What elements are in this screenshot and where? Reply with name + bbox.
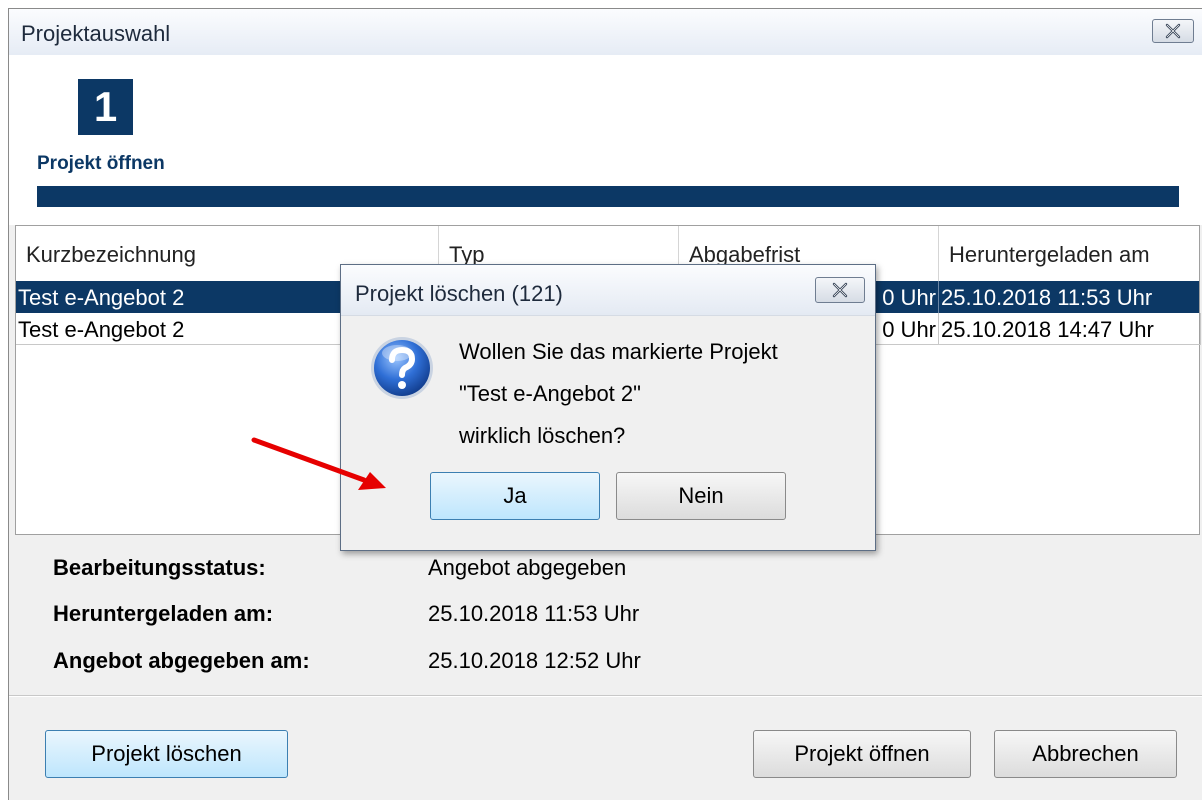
- submitted-label: Angebot abgegeben am:: [53, 648, 310, 673]
- step-label: Projekt öffnen: [37, 153, 165, 174]
- submitted-value: 25.10.2018 12:52 Uhr: [428, 648, 641, 673]
- column-header-heruntergeladen[interactable]: Heruntergeladen am: [939, 226, 1201, 281]
- cell-heruntergeladen: 25.10.2018 14:47 Uhr: [939, 313, 1201, 345]
- delete-confirmation-dialog: Projekt löschen (121) Wollen Sie das mar…: [340, 264, 876, 551]
- detail-row-submitted: Angebot abgegeben am: 25.10.2018 12:52 U…: [53, 648, 753, 678]
- step-progress-bar: [37, 186, 1179, 207]
- footer-divider: [9, 695, 1202, 697]
- downloaded-value: 25.10.2018 11:53 Uhr: [428, 601, 640, 626]
- window-title: Projektauswahl: [21, 21, 171, 46]
- detail-row-status: Bearbeitungsstatus: Angebot abgegeben: [53, 555, 753, 585]
- dialog-message-line-2: "Test e-Angebot 2": [459, 381, 641, 406]
- close-icon: [1165, 23, 1181, 39]
- title-bar: Projektauswahl: [9, 9, 1202, 56]
- open-project-button[interactable]: Projekt öffnen: [753, 730, 971, 778]
- cell-heruntergeladen: 25.10.2018 11:53 Uhr: [941, 285, 1153, 310]
- no-button[interactable]: Nein: [616, 472, 786, 520]
- dialog-message-line-1: Wollen Sie das markierte Projekt: [459, 339, 778, 364]
- cancel-button[interactable]: Abbrechen: [994, 730, 1177, 778]
- detail-row-downloaded: Heruntergeladen am: 25.10.2018 11:53 Uhr: [53, 601, 753, 631]
- downloaded-label: Heruntergeladen am:: [53, 601, 274, 626]
- step-header: 1 Projekt öffnen: [9, 55, 1202, 225]
- window-close-button[interactable]: [1152, 19, 1194, 43]
- dialog-message-line-3: wirklich löschen?: [459, 423, 626, 448]
- question-icon: [371, 337, 433, 399]
- red-arrow-annotation: [251, 437, 386, 490]
- status-label: Bearbeitungsstatus:: [53, 555, 266, 580]
- close-icon: [832, 282, 848, 298]
- dialog-title-bar: Projekt löschen (121): [341, 265, 875, 316]
- step-number-badge: 1: [78, 79, 133, 135]
- dialog-title: Projekt löschen (121): [355, 281, 563, 306]
- delete-project-button[interactable]: Projekt löschen: [45, 730, 288, 778]
- yes-button[interactable]: Ja: [430, 472, 600, 520]
- dialog-close-button[interactable]: [815, 277, 865, 303]
- status-value: Angebot abgegeben: [428, 555, 627, 580]
